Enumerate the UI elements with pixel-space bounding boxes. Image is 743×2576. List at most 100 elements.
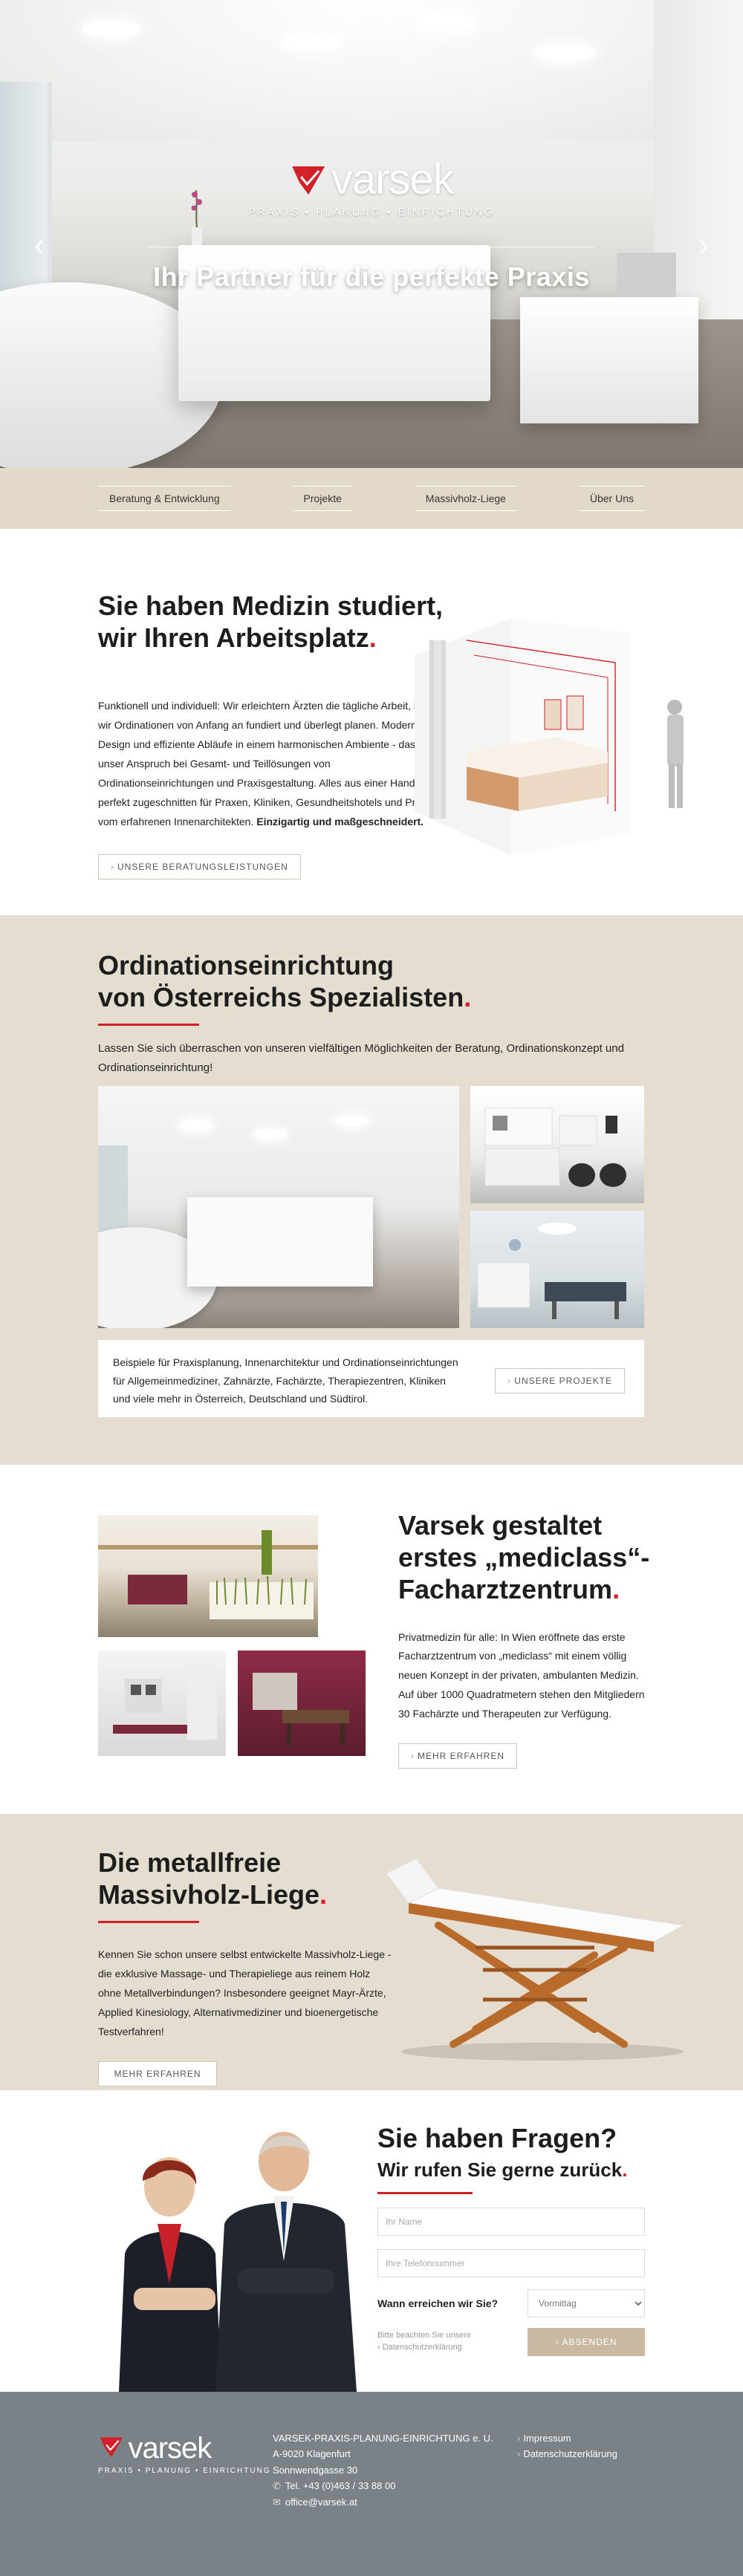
project-photo-treatment-room[interactable] (470, 1211, 644, 1328)
red-divider (98, 1921, 199, 1924)
heading-line: erstes „mediclass“- (398, 1542, 650, 1573)
section-contact: Sie haben Fragen? Wir rufen Sie gerne zu… (0, 2090, 743, 2392)
section-spezialisten: Ordinationseinrichtung von Österreichs S… (0, 915, 743, 1465)
company-name: VARSEK-PRAXIS-PLANUNG-EINRICHTUNG e. U. (273, 2433, 493, 2444)
section-heading: Ordinationseinrichtung von Österreichs S… (98, 949, 663, 1013)
footer-logo[interactable]: varsek PRAXIS • PLANUNG • EINRICHTUNG (98, 2432, 271, 2475)
photo-desk (187, 1197, 373, 1287)
button-label: UNSERE PROJEKTE (514, 1376, 612, 1386)
massivholz-liege-illustration (386, 1858, 685, 2061)
footer-phone[interactable]: ✆ Tel. +43 (0)463 / 33 88 00 (273, 2478, 493, 2494)
footer-address: VARSEK-PRAXIS-PLANUNG-EINRICHTUNG e. U. … (273, 2430, 493, 2510)
projekte-button[interactable]: › UNSERE PROJEKTE (495, 1368, 625, 1393)
chevron-right-icon: › (411, 1751, 415, 1762)
heading-dot: . (622, 2159, 628, 2181)
treatment-drawing (253, 1673, 349, 1746)
mediclass-photo-lobby[interactable] (98, 1515, 318, 1637)
heading-dot: . (369, 622, 377, 654)
contact-heading: Sie haben Fragen? (377, 2123, 617, 2153)
treatment-room-drawing (477, 1223, 626, 1319)
photo-light (180, 1120, 212, 1131)
privacy-link[interactable]: › Datenschutzerklärung (377, 2343, 462, 2352)
site-footer: varsek PRAXIS • PLANUNG • EINRICHTUNG VA… (0, 2392, 743, 2576)
nav-item-beratung[interactable]: Beratung & Entwicklung (98, 486, 231, 511)
heading-line: Varsek gestaltet (398, 1510, 603, 1541)
section-body: Privatmedizin für alle: In Wien eröffnet… (398, 1630, 645, 1720)
mediclass-mehr-button[interactable]: › MEHR ERFAHREN (398, 1743, 518, 1769)
projects-info-box: Beispiele für Praxisplanung, Innenarchit… (98, 1340, 644, 1417)
section-massivholz: Die metallfreie Massivholz-Liege. Kennen… (0, 1814, 743, 2090)
project-photo-waiting-room[interactable] (470, 1086, 644, 1203)
heading-line: wir Ihren Arbeitsplatz (98, 622, 369, 654)
heading-line: Facharztzentrum (398, 1574, 613, 1605)
email-text: office@varsek.at (285, 2496, 357, 2508)
button-label: ABSENDEN (562, 2337, 617, 2347)
lobby-drawing (98, 1530, 318, 1619)
heading-dot: . (319, 1879, 328, 1910)
chevron-right-icon: › (517, 2448, 521, 2460)
nav-item-massivholz-liege[interactable]: Massivholz-Liege (414, 486, 517, 511)
section-intro: Lassen Sie sich überraschen von unseren … (98, 1042, 624, 1074)
address-city: A-9020 Klagenfurt (273, 2448, 351, 2460)
button-label: MEHR ERFAHREN (418, 1751, 505, 1762)
red-divider (98, 1024, 199, 1027)
footer-email[interactable]: ✉ office@varsek.at (273, 2494, 493, 2510)
slider-next-icon[interactable]: › (692, 227, 715, 264)
link-text: Datenschutzerklärung (523, 2448, 617, 2460)
contact-subheading: Wir rufen Sie gerne zurück. (377, 2159, 645, 2182)
subheading-text: Wir rufen Sie gerne zurück (377, 2159, 623, 2181)
datenschutz-link[interactable]: › Datenschutzerklärung (517, 2446, 617, 2462)
hero-logo[interactable]: varsek PRAXIS • PLANUNG • EINRICHTUNG (248, 155, 495, 218)
mediclass-photo-treatment[interactable] (238, 1650, 366, 1756)
chevron-right-icon: › (507, 1376, 512, 1386)
button-label: UNSERE BERATUNGSLEISTUNGEN (117, 861, 288, 872)
brand-tagline: PRAXIS • PLANUNG • EINRICHTUNG (98, 2467, 271, 2475)
phone-text: Tel. +43 (0)463 / 33 88 00 (285, 2480, 396, 2492)
footer-links: › Impressum › Datenschutzerklärung (517, 2430, 617, 2462)
time-select[interactable]: Vormittag (528, 2289, 645, 2318)
team-photo (119, 2132, 357, 2392)
phone-icon: ✆ (273, 2480, 281, 2492)
office-sketch-illustration (415, 618, 684, 856)
brand-tagline: PRAXIS • PLANUNG • EINRICHTUNG (248, 206, 495, 218)
heading-dot: . (464, 982, 472, 1013)
mediclass-photo-corridor[interactable] (98, 1650, 226, 1756)
heading-dot: . (612, 1574, 620, 1605)
section-medizin: Sie haben Medizin studiert, wir Ihren Ar… (0, 529, 743, 915)
varsek-logo-icon (98, 2433, 125, 2464)
photo-light (336, 1116, 369, 1126)
corridor-drawing (113, 1665, 217, 1740)
brand-wordmark: varsek (331, 155, 455, 204)
heading-line: Massivholz-Liege (98, 1879, 320, 1910)
liege-mehr-button[interactable]: MEHR ERFAHREN (98, 2061, 217, 2087)
privacy-note: Bitte beachten Sie unsere › Datenschutze… (377, 2330, 496, 2354)
photo-light (254, 1129, 287, 1139)
submit-button[interactable]: › ABSENDEN (528, 2328, 645, 2356)
section-heading: Die metallfreie Massivholz-Liege. (98, 1847, 395, 1910)
varsek-logo-icon (289, 160, 328, 199)
when-label: Wann erreichen wir Sie? (377, 2297, 499, 2309)
chevron-right-icon: › (517, 2433, 521, 2444)
address-street: Sonnwendgasse 30 (273, 2464, 358, 2476)
section-body: Kennen Sie schon unsere selbst entwickel… (98, 1948, 392, 2037)
phone-input[interactable] (377, 2249, 645, 2277)
main-nav: Beratung & Entwicklung Projekte Massivho… (0, 468, 743, 529)
callback-form: Sie haben Fragen? Wir rufen Sie gerne zu… (377, 2123, 645, 2356)
projects-info-text: Beispiele für Praxisplanung, Innenarchit… (113, 1356, 458, 1405)
name-input[interactable] (377, 2208, 645, 2236)
impressum-link[interactable]: › Impressum (517, 2430, 617, 2446)
beratungsleistungen-button[interactable]: › UNSERE BERATUNGSLEISTUNGEN (98, 853, 301, 879)
link-text: Impressum (523, 2433, 571, 2444)
chevron-right-icon: › (111, 861, 114, 872)
section-mediclass: Varsek gestaltet erstes „mediclass“- Fac… (0, 1465, 743, 1814)
brand-wordmark: varsek (128, 2432, 212, 2465)
slider-prev-icon[interactable]: ‹ (28, 227, 51, 264)
project-photo-reception[interactable] (98, 1086, 459, 1328)
heading-line: Ordinationseinrichtung (98, 950, 395, 980)
hero-section: varsek PRAXIS • PLANUNG • EINRICHTUNG Ih… (0, 0, 743, 468)
hero-title: Ihr Partner für die perfekte Praxis (153, 261, 590, 292)
privacy-text: Bitte beachten Sie unsere (377, 2331, 471, 2341)
nav-item-ueber-uns[interactable]: Über Uns (578, 486, 645, 511)
heading-line: von Österreichs Spezialisten (98, 982, 464, 1013)
nav-item-projekte[interactable]: Projekte (292, 486, 353, 511)
